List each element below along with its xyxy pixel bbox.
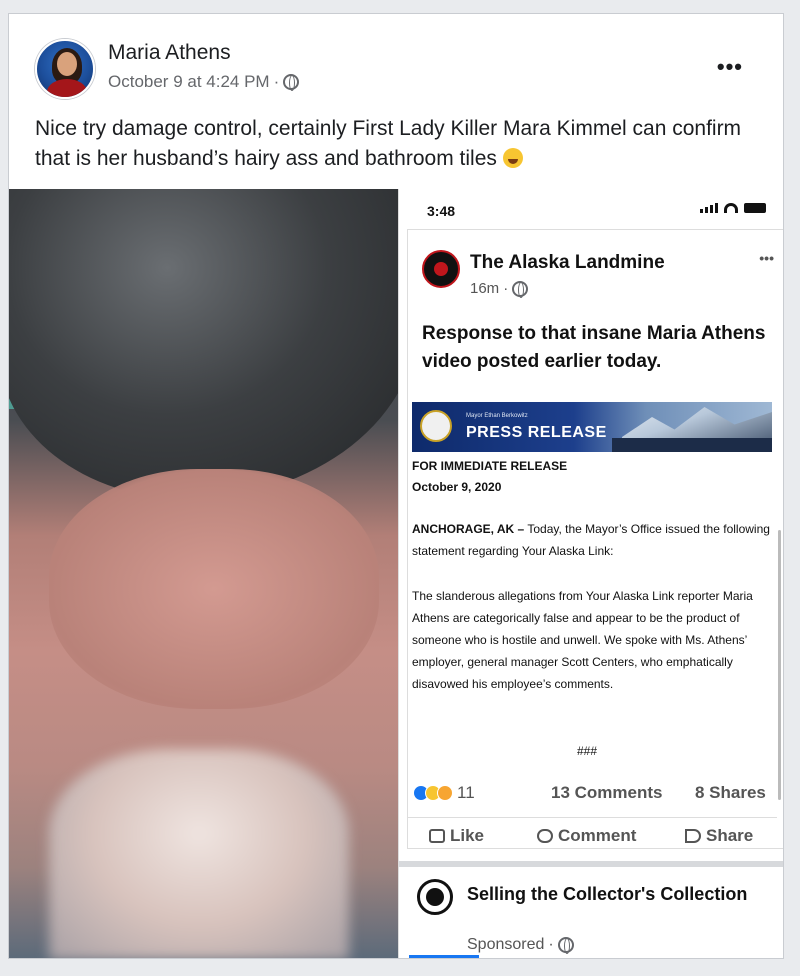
feed-divider — [399, 861, 783, 867]
city-seal-icon — [420, 410, 452, 442]
action-bar: Like Comment Share — [407, 817, 777, 857]
page-age: 16m — [470, 280, 500, 297]
laughing-emoji-icon — [502, 148, 523, 168]
wifi-icon — [724, 203, 738, 213]
city-skyline-image — [612, 438, 772, 452]
share-label: Share — [706, 826, 754, 845]
phone-screenshot[interactable]: 3:48 The Alaska Landmine 16m · ••• Respo… — [398, 189, 783, 958]
page-name: The Alaska Landmine — [470, 252, 665, 273]
like-button: Like — [429, 826, 484, 846]
ad-avatar — [417, 879, 453, 915]
photo-left[interactable] — [9, 189, 398, 958]
post-caption: Nice try damage control, certainly First… — [35, 114, 755, 174]
phone-time: 3:48 — [427, 203, 456, 219]
doc-paragraph-2: The slanderous allegations from Your Ala… — [412, 589, 753, 691]
photo-blurred-area — [49, 749, 349, 958]
reaction-count: 11 — [457, 783, 475, 802]
post-caption-text: Nice try damage control, certainly First… — [35, 117, 742, 170]
reaction-icons — [413, 785, 453, 801]
speech-bubble-icon — [537, 829, 553, 843]
avatar-face — [57, 52, 77, 76]
doc-heading: FOR IMMEDIATE RELEASE — [412, 459, 568, 473]
post-timestamp[interactable]: October 9 at 4:24 PM — [108, 72, 270, 92]
share-count: 8 Shares — [695, 783, 766, 802]
engagement-counts: 11 13 Comments 8 Shares — [413, 779, 773, 809]
shared-post: The Alaska Landmine 16m · ••• Response t… — [407, 229, 783, 849]
meta-separator: · — [273, 72, 280, 91]
globe-icon — [557, 937, 574, 954]
press-title: PRESS RELEASE — [466, 424, 607, 441]
wow-reaction-icon — [437, 785, 453, 801]
share-button: Share — [685, 826, 753, 846]
share-arrow-icon — [685, 829, 701, 843]
photo-neck — [49, 469, 379, 709]
photo-hair — [9, 189, 398, 499]
phone-status-bar: 3:48 — [399, 189, 783, 229]
globe-icon — [283, 74, 300, 91]
ad-meta-separator: · — [548, 936, 554, 953]
doc-dateline: ANCHORAGE, AK – — [412, 522, 525, 536]
comment-count: 13 Comments — [551, 783, 663, 802]
post-meta: October 9 at 4:24 PM · — [108, 72, 300, 92]
press-release-banner: Mayor Ethan Berkowitz PRESS RELEASE — [412, 402, 772, 452]
ad-meta: Sponsored · — [467, 936, 574, 954]
ad-sponsored-label: Sponsored — [467, 936, 545, 953]
scrollbar — [778, 530, 781, 800]
page-avatar — [422, 250, 460, 288]
page-meta: 16m · — [470, 280, 529, 298]
doc-end-mark: ### — [576, 744, 598, 758]
ad-name: Selling the Collector's Collection — [467, 884, 748, 904]
tab-indicator — [409, 955, 479, 958]
doc-paragraph-1: ANCHORAGE, AK – Today, the Mayor’s Offic… — [412, 518, 772, 562]
page-more-icon: ••• — [759, 250, 774, 266]
press-office: Mayor Ethan Berkowitz — [466, 413, 528, 419]
globe-icon — [512, 280, 529, 298]
signal-icon — [700, 203, 718, 213]
doc-date: October 9, 2020 — [412, 480, 502, 494]
page-post-text: Response to that insane Maria Athens vid… — [422, 323, 766, 372]
comment-label: Comment — [558, 826, 637, 845]
author-avatar[interactable] — [35, 39, 95, 99]
page-meta-separator: · — [503, 280, 509, 297]
facebook-post: Maria Athens October 9 at 4:24 PM · ••• … — [8, 13, 784, 959]
more-options-icon[interactable]: ••• — [717, 54, 743, 80]
status-icons — [700, 203, 766, 213]
battery-icon — [744, 203, 766, 213]
thumbs-up-icon — [429, 829, 445, 843]
author-name[interactable]: Maria Athens — [108, 41, 231, 65]
avatar-body — [47, 79, 87, 97]
like-label: Like — [450, 826, 485, 845]
comment-button: Comment — [537, 826, 636, 846]
